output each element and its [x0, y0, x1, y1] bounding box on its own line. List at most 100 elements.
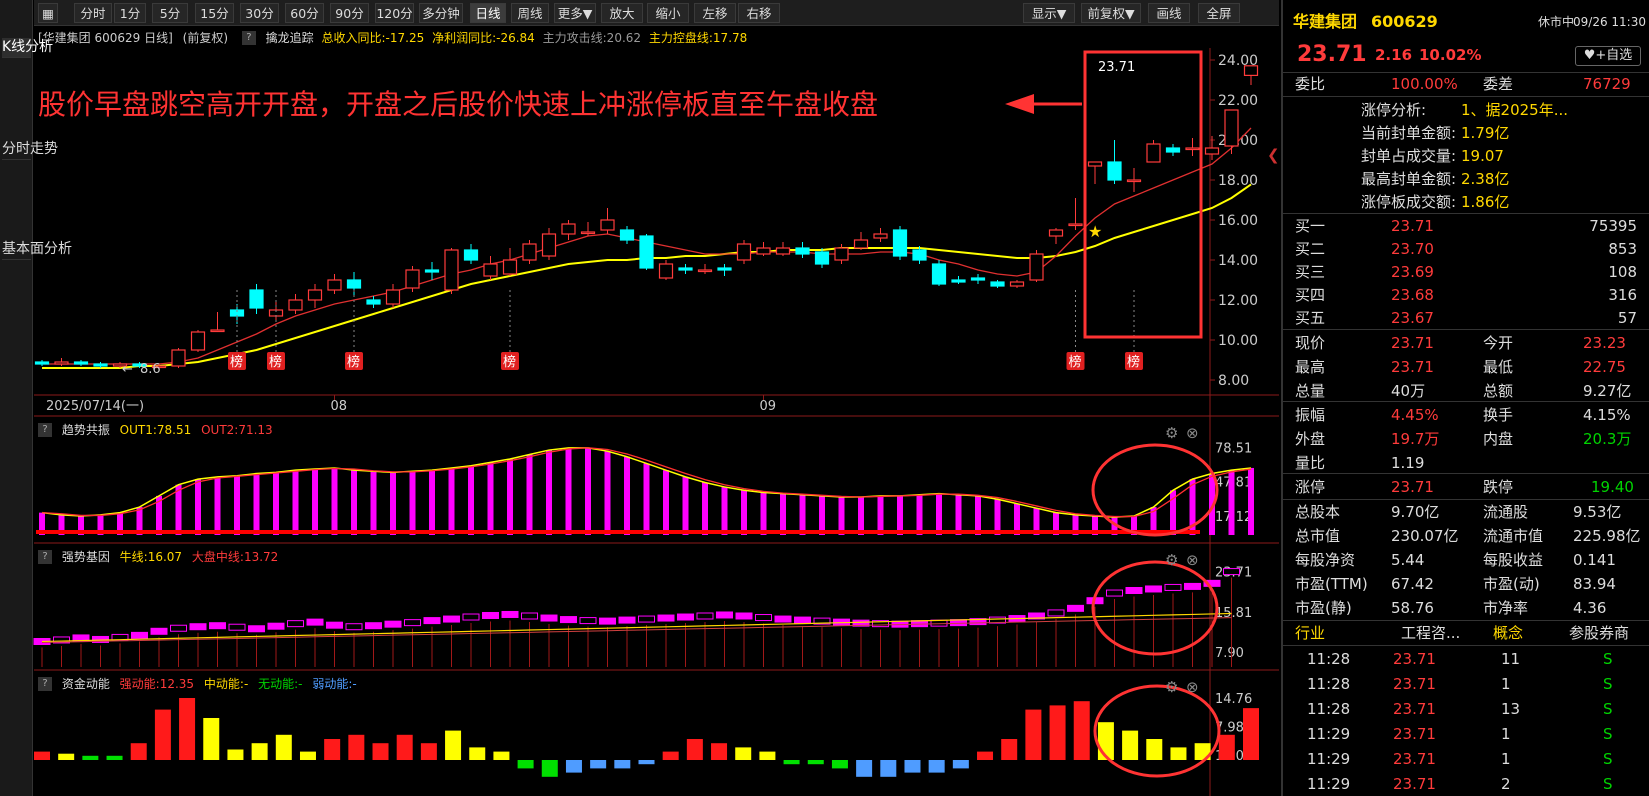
candle: [853, 232, 869, 250]
ind3-weak: 弱动能:-: [312, 677, 357, 691]
ind2-bar: [696, 612, 714, 620]
ind2-bar: [326, 621, 343, 629]
ind3-bar: [372, 743, 389, 760]
ind3-title: 资金动能: [61, 677, 110, 691]
ind1-bar: [487, 462, 494, 535]
candle: [619, 226, 635, 244]
ind3-bar: [493, 751, 510, 760]
ind3-bar: [348, 734, 365, 760]
candle: [970, 274, 986, 284]
ind1-bar: [234, 475, 240, 535]
bang-marker[interactable]: 榜: [345, 290, 363, 370]
fundamental-row: 总市值 230.07亿 流通市值 225.98亿: [1295, 527, 1641, 545]
ind3-bar: [880, 760, 897, 777]
ind2-bar: [228, 623, 246, 631]
ind3-bar: [34, 751, 50, 760]
ind3-bar: [711, 743, 728, 760]
price-change-pct: 10.02%: [1419, 46, 1482, 64]
highlight-ellipse: [1091, 560, 1219, 656]
bang-marker[interactable]: 榜: [267, 290, 285, 370]
ind2-axis-tick: 7.90: [1215, 646, 1244, 661]
heart-icon: ♥: [1583, 48, 1596, 63]
last-price-label: 23.71: [1098, 60, 1135, 75]
order-book-row: 买一 23.71 75395: [1295, 217, 1637, 235]
ind3-bar: [1001, 738, 1018, 760]
order-book-row: 买五 23.67 57: [1295, 309, 1637, 327]
collapse-panel-icon[interactable]: ❮: [1267, 146, 1280, 164]
ind1-bar: [585, 447, 591, 535]
ind2-bar: [287, 620, 304, 628]
help-icon[interactable]: ?: [38, 423, 52, 437]
concept-link[interactable]: 概念: [1493, 621, 1523, 645]
ind3-bar: [1073, 701, 1090, 760]
limit-up-price: 23.71: [1391, 478, 1434, 496]
ind2-header: ? 强势基因 牛线:16.07 大盘中线:13.72: [34, 547, 1279, 567]
candle: [385, 284, 401, 308]
ind3-bar: [952, 760, 969, 769]
ind1-bar: [721, 486, 728, 535]
ind1-bar: [838, 497, 845, 535]
ind2-bar: [794, 616, 811, 624]
ind1-bar: [565, 447, 572, 535]
stat-row: 最高 23.71 最低 22.75: [1295, 358, 1626, 376]
ind3-bar: [662, 751, 679, 760]
ind2-niu: 牛线:16.07: [119, 550, 183, 564]
limit-price-row: 涨停 23.71 跌停 19.40: [1283, 475, 1649, 499]
concept-value[interactable]: 参股券商: [1569, 621, 1629, 645]
ind3-bar: [614, 760, 631, 769]
ind1-bar: [994, 499, 1001, 535]
ind2-bar: [267, 622, 285, 630]
svg-text:榜: 榜: [1069, 354, 1082, 370]
ind2-bar: [1223, 568, 1240, 576]
candle: [288, 294, 303, 314]
candle: [697, 264, 713, 274]
ind2-bar: [1106, 589, 1123, 597]
ind3-bar: [807, 760, 824, 765]
help-icon[interactable]: ?: [38, 677, 52, 691]
ind2-bar: [618, 616, 636, 624]
stock-code: 600629: [1371, 12, 1438, 31]
candle: [1165, 144, 1181, 156]
ind1-bar: [390, 472, 396, 535]
ind1-bar: [507, 459, 513, 535]
tick-row: 11:29 23.71 2 S: [1307, 775, 1613, 793]
ind3-bar: [1025, 709, 1042, 760]
candle: [190, 330, 206, 352]
industry-link[interactable]: 行业: [1295, 621, 1325, 645]
stock-name: 华建集团: [1293, 12, 1358, 31]
bang-marker[interactable]: 榜: [1066, 290, 1085, 370]
ind1-bar: [897, 495, 903, 535]
ind1-bar: [780, 493, 786, 535]
quote-title-row: 华建集团 600629 休市中 09/26 11:30: [1283, 10, 1649, 36]
ind2-bar: [501, 610, 519, 618]
add-watchlist-button[interactable]: ♥+自选: [1575, 46, 1641, 66]
tick-row: 11:28 23.71 13 S: [1307, 700, 1613, 718]
candle: [892, 226, 908, 260]
low-arrow-icon: ←: [122, 362, 133, 377]
limit-down-price: 19.40: [1591, 478, 1634, 496]
bang-marker[interactable]: 榜: [501, 290, 519, 370]
help-icon[interactable]: ?: [38, 550, 52, 564]
ind3-header: ? 资金动能 强动能:12.35 中动能:- 无动能:- 弱动能:-: [34, 674, 1279, 694]
ind2-bar: [1184, 582, 1201, 590]
ind1-bar: [604, 451, 611, 535]
stock-app: K线分析 分时走势 基本面分析 ▦ 分时 1分 5分 15分 30分 60分 90分 120分…: [0, 0, 1649, 796]
ind1-title: 趋势共振: [61, 423, 110, 437]
industry-value[interactable]: 工程咨...: [1401, 621, 1460, 645]
bang-marker[interactable]: 榜: [1125, 290, 1143, 370]
ind1-bar: [663, 470, 669, 535]
weicha-value: 76729: [1583, 75, 1631, 93]
ind2-bar: [755, 614, 772, 622]
ind2-bar: [599, 617, 616, 625]
ind2-bar: [150, 627, 168, 635]
ind3-bar: [517, 760, 534, 769]
ind1-bar: [702, 482, 708, 535]
ind2-bar: [1067, 604, 1084, 612]
ind3-bar: [179, 698, 196, 760]
ind3-bar: [324, 738, 341, 760]
ind2-bar: [482, 611, 499, 619]
order-book-row: 买二 23.70 853: [1295, 240, 1637, 258]
candle: [210, 312, 225, 333]
bang-marker[interactable]: 榜: [228, 290, 246, 370]
stat-row: 量比 1.19: [1295, 454, 1425, 472]
